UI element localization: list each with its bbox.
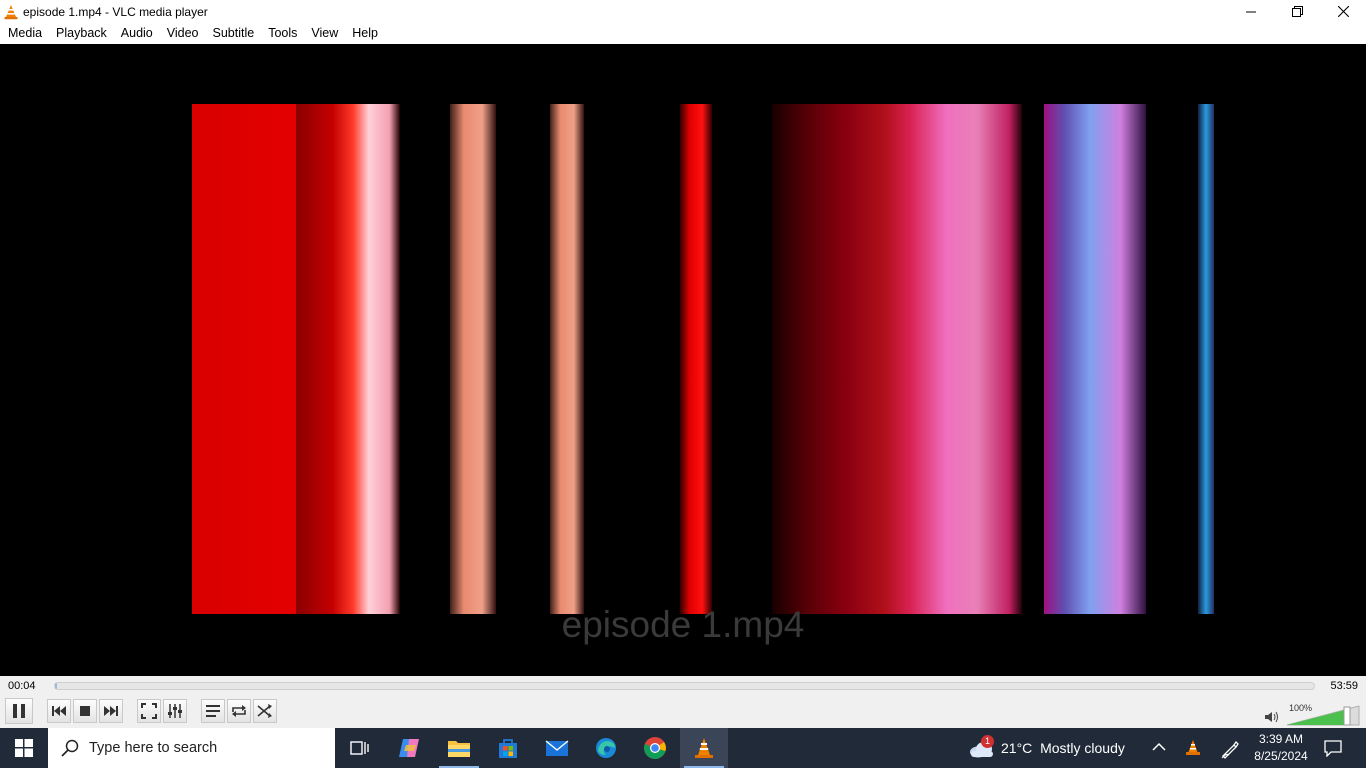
seek-row: 00:04 53:59	[0, 676, 1366, 696]
window-title: episode 1.mp4 - VLC media player	[23, 4, 208, 19]
playlist-icon	[206, 705, 220, 717]
title-bar: episode 1.mp4 - VLC media player	[0, 0, 1366, 23]
clock-time: 3:39 AM	[1258, 732, 1304, 746]
clock-date: 8/25/2024	[1254, 749, 1308, 763]
speaker-icon[interactable]	[1264, 710, 1280, 727]
fullscreen-icon	[141, 703, 157, 719]
file-explorer-button[interactable]	[435, 728, 483, 768]
menu-tools[interactable]: Tools	[261, 23, 304, 44]
menu-video[interactable]: Video	[160, 23, 206, 44]
seek-slider[interactable]	[54, 682, 1315, 690]
search-placeholder: Type here to search	[89, 740, 218, 756]
notification-center-icon[interactable]	[1324, 739, 1342, 760]
taskbar: Type here to search 1 21°C Mostly cloudy…	[0, 728, 1366, 768]
shuffle-button[interactable]	[253, 699, 277, 723]
pause-button[interactable]	[5, 698, 33, 724]
menu-help[interactable]: Help	[345, 23, 385, 44]
microsoft-store-icon	[499, 739, 517, 758]
extended-settings-button[interactable]	[163, 699, 187, 723]
restore-icon	[1291, 6, 1303, 17]
stop-icon	[80, 706, 90, 716]
controls-row: 100%	[0, 696, 1366, 728]
microsoft-store-button[interactable]	[484, 728, 532, 768]
video-filename-overlay: episode 1.mp4	[561, 604, 805, 645]
weather-condition: Mostly cloudy	[1040, 740, 1125, 756]
next-button[interactable]	[99, 699, 123, 723]
extended-settings-icon	[168, 704, 182, 718]
chevron-up-icon[interactable]	[1152, 741, 1166, 755]
start-button[interactable]	[0, 728, 48, 768]
volume-slider[interactable]	[1286, 704, 1361, 729]
weather-widget[interactable]: 21°C Mostly cloudy	[1001, 740, 1125, 756]
copilot-button[interactable]	[386, 728, 434, 768]
menu-audio[interactable]: Audio	[114, 23, 160, 44]
loop-icon	[232, 705, 246, 717]
edge-button[interactable]	[582, 728, 630, 768]
seek-progress	[55, 683, 57, 689]
video-area[interactable]: episode 1.mp4	[0, 44, 1366, 676]
minimize-icon	[1246, 11, 1256, 12]
previous-icon	[52, 706, 66, 716]
menu-subtitle[interactable]: Subtitle	[206, 23, 262, 44]
task-view-icon	[350, 741, 369, 755]
current-time: 00:04	[8, 680, 36, 692]
fullscreen-button[interactable]	[137, 699, 161, 723]
mail-icon	[545, 740, 569, 756]
search-icon	[61, 739, 79, 757]
close-icon	[1337, 6, 1349, 17]
vlc-tray-icon[interactable]	[1185, 739, 1201, 760]
weather-temperature: 21°C	[1001, 740, 1033, 756]
chrome-icon	[644, 737, 666, 759]
copilot-icon	[399, 739, 419, 757]
vlc-icon	[695, 738, 713, 758]
mail-button[interactable]	[533, 728, 581, 768]
edge-icon	[596, 738, 616, 758]
windows-logo-icon	[15, 739, 33, 757]
stop-button[interactable]	[73, 699, 97, 723]
pause-icon	[13, 704, 25, 718]
total-time: 53:59	[1330, 680, 1358, 692]
menu-view[interactable]: View	[304, 23, 345, 44]
close-button[interactable]	[1320, 0, 1366, 23]
loop-button[interactable]	[227, 699, 251, 723]
shuffle-icon	[257, 704, 272, 718]
next-icon	[104, 706, 118, 716]
menu-bar: Media Playback Audio Video Subtitle Tool…	[0, 23, 1366, 44]
taskbar-clock[interactable]: 3:39 AM 8/25/2024	[1252, 731, 1310, 765]
video-frame	[0, 44, 1366, 676]
vlc-cone-icon	[3, 4, 19, 20]
playlist-button[interactable]	[201, 699, 225, 723]
menu-playback[interactable]: Playback	[49, 23, 114, 44]
previous-button[interactable]	[47, 699, 71, 723]
taskbar-search-box[interactable]: Type here to search	[48, 728, 335, 768]
vlc-taskbar-button[interactable]	[680, 728, 728, 768]
restore-button[interactable]	[1274, 0, 1320, 23]
chrome-button[interactable]	[631, 728, 679, 768]
weather-alert-badge: 1	[981, 735, 994, 748]
pen-workspace-icon[interactable]	[1220, 739, 1240, 762]
menu-media[interactable]: Media	[1, 23, 49, 44]
minimize-button[interactable]	[1228, 0, 1274, 23]
task-view-button[interactable]	[336, 728, 384, 768]
file-explorer-icon	[448, 741, 470, 757]
